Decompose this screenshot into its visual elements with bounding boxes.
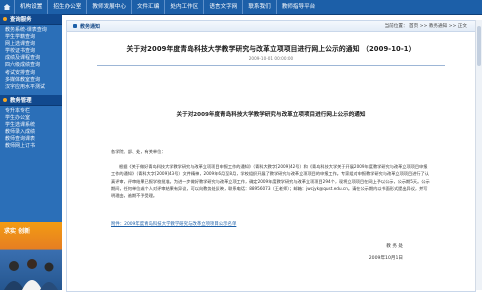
home-button[interactable] [0,0,14,14]
students-illustration [4,259,58,290]
notice-icon [73,24,77,28]
tab-notices[interactable]: 教务通知 [67,23,106,30]
sidebar-list-query: 教务系统-课表查询 学生学籍查询 网上选课查询 学校证书查询 成绩及课程查询 四… [0,25,62,95]
article-title: 关于对2009年度青岛科技大学教学研究与改革立项项目进行网上公示的通知 （200… [126,45,416,53]
sidebar-list-admin: 专升本专栏 学生办公室 学生选课系统 教师录入成绩 教师查询课表 教师网上订书 [0,106,62,155]
nav-item-contact[interactable]: 联系我们 [242,0,275,14]
nav-item-guidance[interactable]: 教师指导平台 [275,0,321,14]
nav-item-admissions[interactable]: 招生办公室 [47,0,86,14]
sidebar-item[interactable]: 教师网上订书 [0,143,62,150]
home-icon [3,4,11,10]
breadcrumb: 当前位置： 首页 >> 教务通知 >> 正文 [384,24,467,29]
sidebar-item[interactable]: 考试安排查询 [0,70,62,77]
attachment-link[interactable]: 附件：2009年度青岛科技大学教学研究与改革立项项目公示名单 [111,221,431,227]
top-nav: 机构设置 招生办公室 教师发展中心 文件汇编 处内工作区 语言文字网 联系我们 … [0,0,482,15]
greeting: 各学院、部、处，有关单位： [111,149,166,154]
sidebar-item[interactable]: 汉字应用水平测试 [0,84,62,91]
nav-item-teacher-dev[interactable]: 教师发展中心 [86,0,131,14]
sidebar-item[interactable]: 四六级成绩查询 [0,62,62,69]
sidebar-item[interactable]: 专升本专栏 [0,108,62,115]
nav-item-language[interactable]: 语言文字网 [203,0,242,14]
nav-item-org[interactable]: 机构设置 [14,0,47,14]
publish-time: 2009-10-01 00:00:00 [248,56,294,61]
article-panel: 教务通知 当前位置： 首页 >> 教务通知 >> 正文 关于对2009年度青岛科… [66,20,476,292]
article-body: 根据《关于做好青岛科技大学教学研究与改革立项项目申报工作的通知》（青科大教字[2… [111,164,430,199]
content-header: 教务通知 当前位置： 首页 >> 教务通知 >> 正文 [67,21,475,32]
sidebar-item[interactable]: 学生办公室 [0,115,62,122]
signature: 教 务 处 [386,244,403,249]
sidebar-item[interactable]: 多媒体教室查询 [0,77,62,84]
scrollbar[interactable] [475,20,482,290]
publish-date: 2009年10月1日 [368,256,403,261]
section-title-query: 查询服务 [10,17,32,23]
article-subtitle: 关于对2009年度青岛科技大学教学研究与改革立项项目进行网上公示的通知 [176,112,366,118]
promo-banner: 求实 创新 [0,222,62,290]
sidebar-section-header: 教务管理 [0,94,62,106]
nav-item-workspace[interactable]: 处内工作区 [164,0,203,14]
nav-item-documents[interactable]: 文件汇编 [130,0,164,14]
sidebar-section-header: 查询服务 [0,14,62,25]
bullet-icon [3,17,7,21]
scrollbar-thumb[interactable] [477,26,481,66]
section-title-admin: 教务管理 [10,97,32,104]
promo-text: 求实 创新 [4,228,31,235]
bullet-icon [3,97,7,102]
tab-label: 教务通知 [80,23,101,30]
divider [97,65,445,66]
